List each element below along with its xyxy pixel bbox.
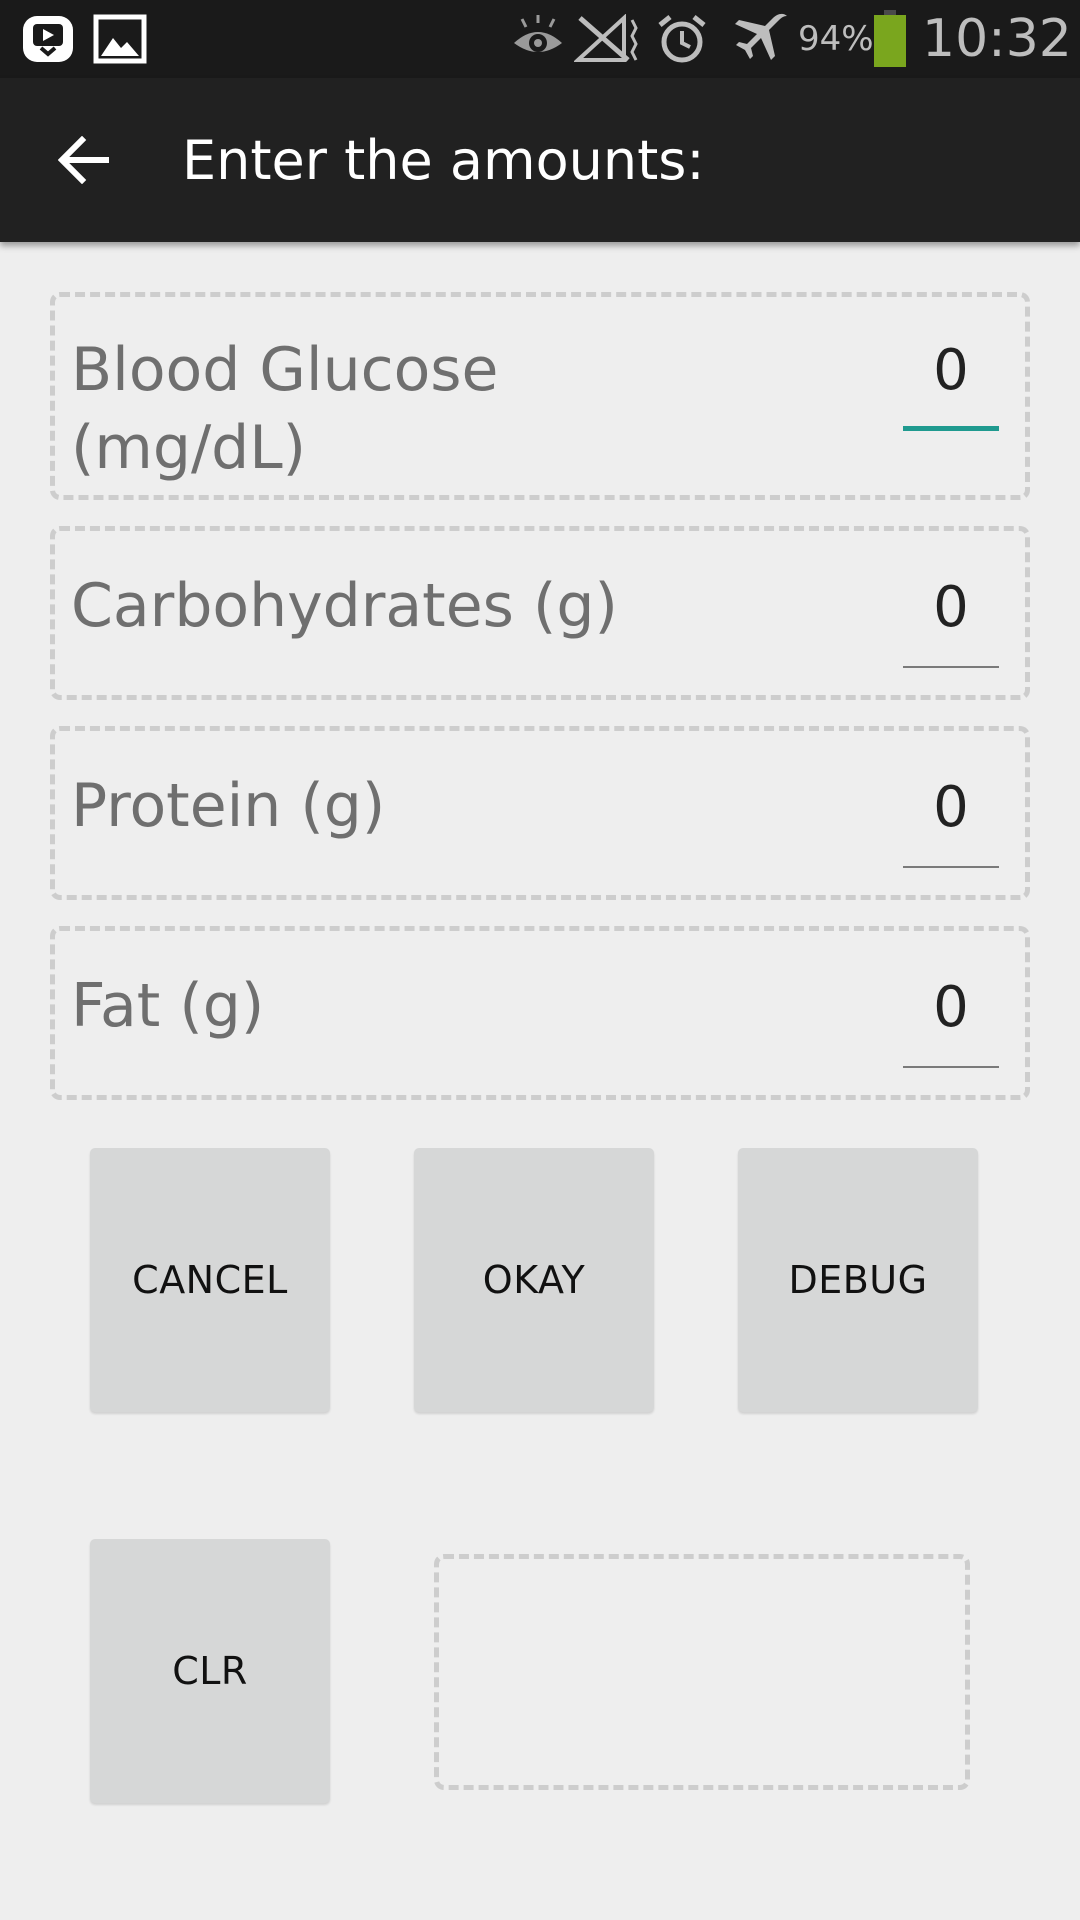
- carbohydrates-label: Carbohydrates (g): [71, 571, 618, 641]
- okay-button[interactable]: OKAY: [414, 1148, 654, 1412]
- back-button[interactable]: [34, 116, 134, 204]
- eye-icon: [510, 0, 566, 78]
- airplane-mode-icon: [728, 0, 794, 78]
- cast-notification-icon: [20, 0, 76, 78]
- input-underline: [903, 1066, 999, 1068]
- blood-glucose-label: Blood Glucose (mg/dL): [71, 335, 499, 483]
- blood-glucose-value: 0: [933, 338, 969, 403]
- protein-input[interactable]: 0: [903, 768, 999, 868]
- carbohydrates-value: 0: [933, 575, 969, 640]
- arrow-left-icon: [58, 136, 109, 184]
- debug-button[interactable]: DEBUG: [738, 1148, 978, 1412]
- carbohydrates-input[interactable]: 0: [903, 568, 999, 668]
- protein-value: 0: [933, 775, 969, 840]
- fat-input[interactable]: 0: [903, 968, 999, 1068]
- page-title: Enter the amounts:: [182, 128, 705, 192]
- battery-percent: 94%: [798, 19, 874, 59]
- empty-placeholder-box: [434, 1554, 970, 1790]
- image-notification-icon: [92, 0, 148, 78]
- blood-glucose-row: Blood Glucose (mg/dL) 0: [50, 292, 1030, 500]
- protein-row: Protein (g) 0: [50, 726, 1030, 900]
- fat-row: Fat (g) 0: [50, 926, 1030, 1100]
- cancel-button[interactable]: CANCEL: [90, 1148, 330, 1412]
- fat-value: 0: [933, 975, 969, 1040]
- carbohydrates-row: Carbohydrates (g) 0: [50, 526, 1030, 700]
- input-underline: [903, 426, 999, 431]
- no-signal-icon: [574, 0, 646, 78]
- fat-label: Fat (g): [71, 971, 265, 1041]
- battery-icon: [870, 0, 910, 78]
- clear-button[interactable]: CLR: [90, 1539, 330, 1803]
- input-underline: [903, 866, 999, 868]
- blood-glucose-input[interactable]: 0: [903, 331, 999, 431]
- screen: 94% 10:32 Enter the amounts: Blood Gluco…: [0, 0, 1080, 1920]
- alarm-icon: [654, 0, 710, 78]
- input-underline: [903, 666, 999, 668]
- app-bar: Enter the amounts:: [0, 78, 1080, 242]
- clock: 10:32: [922, 9, 1072, 69]
- protein-label: Protein (g): [71, 771, 386, 841]
- status-bar: 94% 10:32: [0, 0, 1080, 78]
